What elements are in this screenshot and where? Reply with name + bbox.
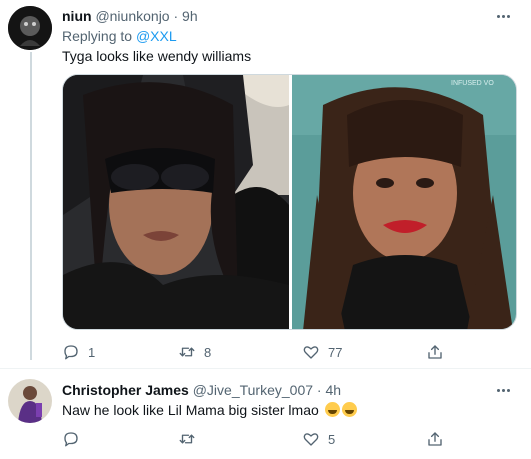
share-icon xyxy=(428,432,442,446)
reply-icon xyxy=(64,345,78,360)
tweet-niun[interactable]: niun @niunkonjo · 9h Replying to @XXL Ty… xyxy=(0,0,531,368)
display-name[interactable]: niun xyxy=(62,8,92,24)
avatar-christopher-james[interactable] xyxy=(8,379,52,423)
like-button[interactable]: 77 xyxy=(302,342,342,362)
tweet-text: Tyga looks like wendy williams xyxy=(62,48,252,64)
like-icon xyxy=(303,433,319,446)
media-watermark: INFUSED VO xyxy=(451,80,494,87)
retweet-button[interactable]: 8 xyxy=(178,342,211,362)
separator: · xyxy=(316,382,322,398)
media-photo-left[interactable] xyxy=(63,75,289,330)
tweet-text: Naw he look like Lil Mama big sister lma… xyxy=(62,401,357,419)
tweet-actions: 1 8 77 xyxy=(62,342,452,362)
like-count: 5 xyxy=(328,431,336,447)
thread-connector xyxy=(30,52,32,360)
tweet-header: niun @niunkonjo · 9h xyxy=(62,7,198,25)
avatar-niun[interactable] xyxy=(8,6,52,50)
replying-to-link[interactable]: @XXL xyxy=(136,28,177,44)
reply-count: 1 xyxy=(88,344,96,360)
rolling-laughing-emoji-icon xyxy=(341,402,357,417)
share-button[interactable] xyxy=(426,429,444,449)
replying-prefix: Replying to xyxy=(62,28,133,44)
handle[interactable]: @niunkonjo xyxy=(95,8,169,24)
tweet-text-body: Naw he look like Lil Mama big sister lma… xyxy=(62,402,319,418)
more-icon[interactable] xyxy=(493,382,513,398)
retweet-button[interactable] xyxy=(178,429,204,449)
timestamp[interactable]: 9h xyxy=(182,8,198,24)
like-button[interactable]: 5 xyxy=(302,429,335,449)
replying-to: Replying to @XXL xyxy=(62,27,177,45)
reply-button[interactable]: 1 xyxy=(62,342,95,362)
tweet-christopher-james[interactable]: Christopher James @Jive_Turkey_007 · 4h … xyxy=(0,369,531,459)
tweet-actions: 5 xyxy=(62,429,452,449)
retweet-icon xyxy=(179,434,195,444)
separator: · xyxy=(173,8,179,24)
tweet-header: Christopher James @Jive_Turkey_007 · 4h xyxy=(62,381,341,399)
more-icon[interactable] xyxy=(493,8,513,24)
rolling-laughing-emoji-icon xyxy=(324,402,340,417)
display-name[interactable]: Christopher James xyxy=(62,382,189,398)
retweet-icon xyxy=(179,347,195,357)
like-icon xyxy=(303,346,319,359)
media-photo-right[interactable]: INFUSED VO xyxy=(292,75,517,330)
reply-button[interactable] xyxy=(62,429,88,449)
like-count: 77 xyxy=(328,344,343,360)
share-button[interactable] xyxy=(426,342,444,362)
tweet-media[interactable]: INFUSED VO xyxy=(62,74,517,330)
retweet-count: 8 xyxy=(204,344,212,360)
reply-icon xyxy=(64,432,78,447)
timestamp[interactable]: 4h xyxy=(325,382,341,398)
share-icon xyxy=(428,345,442,359)
handle[interactable]: @Jive_Turkey_007 xyxy=(193,382,313,398)
